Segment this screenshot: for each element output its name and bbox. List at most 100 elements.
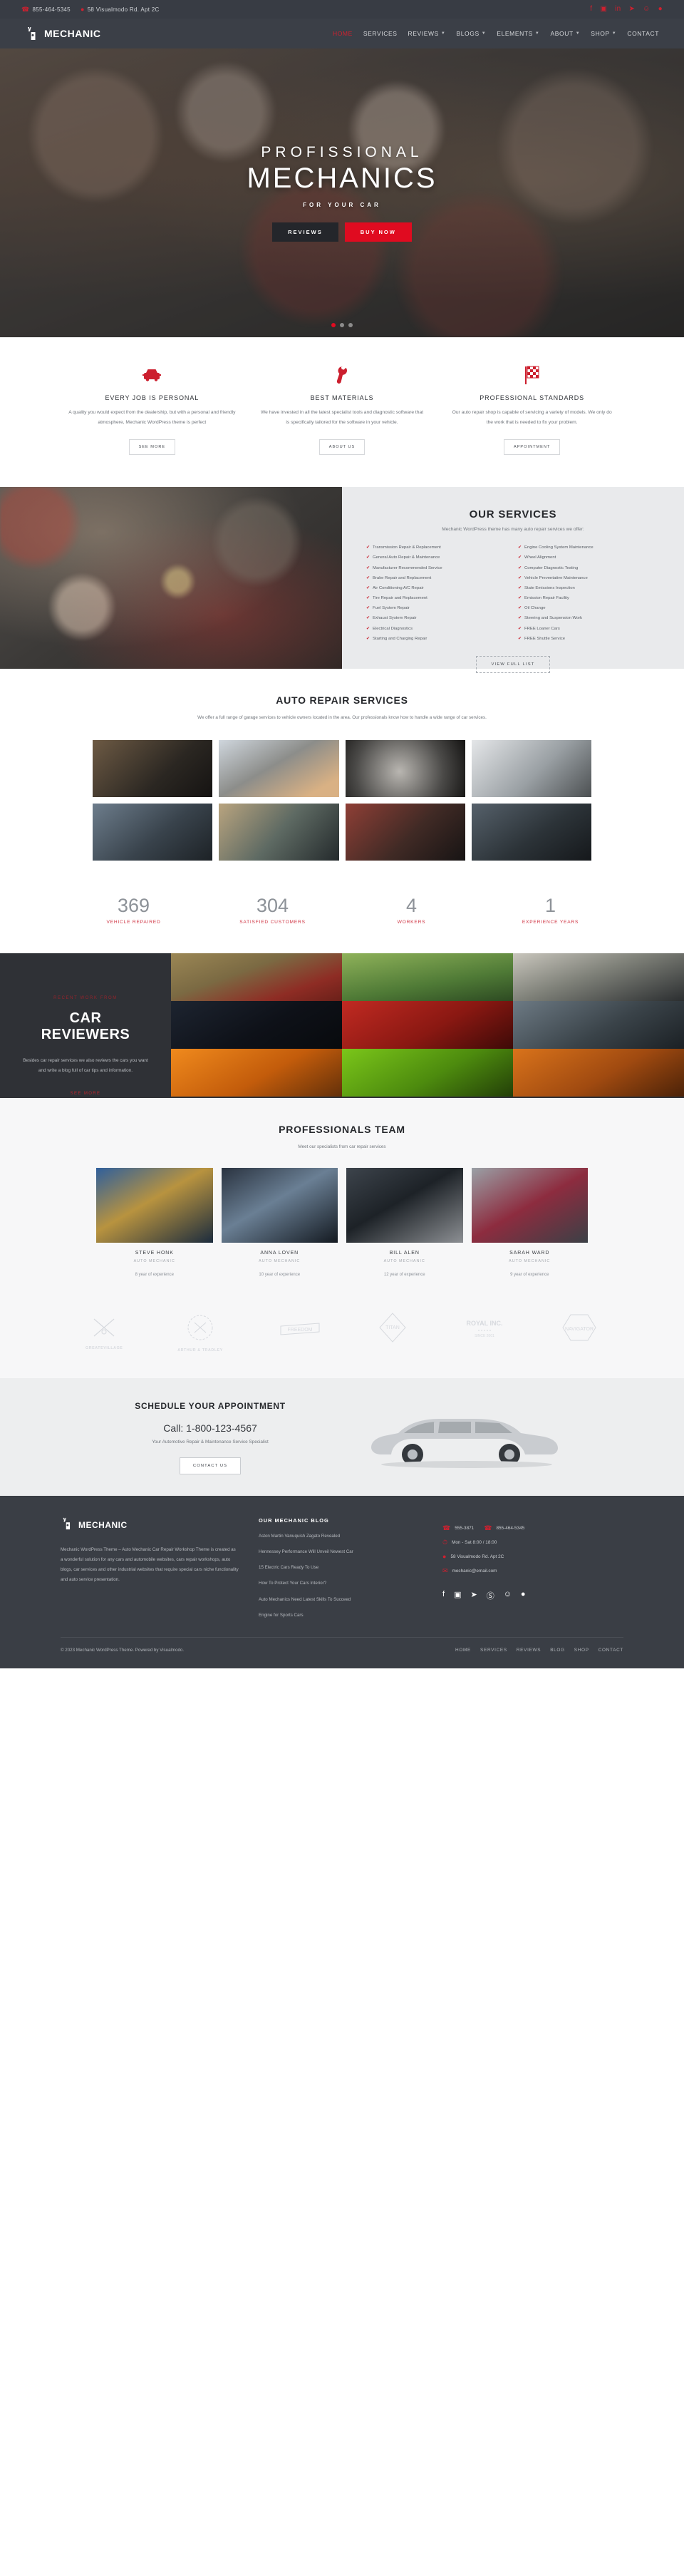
nav-item-blogs[interactable]: BLOGS ▼ bbox=[456, 30, 486, 37]
wordpress-icon[interactable]: ● bbox=[658, 6, 663, 13]
service-item[interactable]: ✔ Tire Repair and Replacement bbox=[366, 595, 508, 602]
service-item[interactable]: ✔ Exhaust System Repair bbox=[366, 615, 508, 622]
brand-logo-greatevillage[interactable]: GREATEVILLAGE bbox=[86, 1315, 123, 1350]
car-review-item[interactable] bbox=[342, 1048, 513, 1097]
service-item[interactable]: ✔ Computer Diagnostic Testing bbox=[518, 565, 660, 572]
slider-dot-2[interactable] bbox=[340, 323, 344, 327]
footer-nav-contact[interactable]: CONTACT bbox=[598, 1648, 623, 1653]
service-item[interactable]: ✔ Transmission Repair & Replacement bbox=[366, 545, 508, 551]
pinterest-icon[interactable]: ● bbox=[521, 1590, 526, 1601]
service-item[interactable]: ✔ Engine Cooling System Maintenance bbox=[518, 545, 660, 551]
see-more-button[interactable]: SEE MORE bbox=[128, 439, 176, 456]
footer-blog-link[interactable]: Auto Mechanics Need Latest Skills To Suc… bbox=[259, 1596, 423, 1603]
car-review-item[interactable] bbox=[513, 953, 684, 1001]
car-review-item[interactable] bbox=[171, 953, 342, 1001]
team-member-photo[interactable] bbox=[221, 1167, 338, 1243]
nav-item-shop[interactable]: SHOP ▼ bbox=[591, 30, 616, 37]
service-item[interactable]: ✔ Fuel System Repair bbox=[366, 605, 508, 612]
footer-logo[interactable]: MECHANIC bbox=[61, 1517, 239, 1534]
gallery-item[interactable] bbox=[219, 803, 339, 861]
view-full-list-button[interactable]: VIEW FULL LIST bbox=[476, 656, 550, 673]
car-review-item[interactable] bbox=[513, 1048, 684, 1097]
gallery-item[interactable] bbox=[219, 739, 339, 797]
yelp-icon[interactable]: ☺ bbox=[643, 6, 651, 13]
wordpress-icon[interactable]: Ⓢ bbox=[487, 1590, 494, 1601]
contact-us-button[interactable]: CONTACT US bbox=[179, 1457, 242, 1474]
facebook-icon[interactable]: f bbox=[590, 6, 592, 13]
footer-blog-link[interactable]: Aston Martin Vanuquish Zagato Revealed bbox=[259, 1533, 423, 1539]
service-item[interactable]: ✔ FREE Shuttle Service bbox=[518, 636, 660, 642]
slider-dot-3[interactable] bbox=[348, 323, 353, 327]
gallery-subheading: We offer a full range of garage services… bbox=[197, 715, 487, 721]
service-item[interactable]: ✔ Emission Repair Facility bbox=[518, 595, 660, 602]
brand-logo-navigator[interactable]: NAVIGATOR bbox=[560, 1312, 598, 1353]
about-us-button[interactable]: ABOUT US bbox=[318, 439, 366, 456]
brand-logo-titan[interactable]: TITAN bbox=[376, 1311, 409, 1354]
service-item[interactable]: ✔ Air Conditioning A/C Repair bbox=[366, 585, 508, 592]
footer-email[interactable]: ✉ mechanic@email.com bbox=[442, 1567, 623, 1574]
twitter-icon[interactable]: ➤ bbox=[470, 1590, 477, 1601]
footer-address[interactable]: ● 58 Visualmodo Rd. Apt 2C bbox=[442, 1553, 623, 1560]
service-item[interactable]: ✔ Steering and Suspension Work bbox=[518, 615, 660, 622]
gallery-item[interactable] bbox=[471, 739, 591, 797]
nav-item-contact[interactable]: CONTACT bbox=[627, 30, 659, 37]
footer-blog-link[interactable]: Hennessey Performance Will Unveil Newest… bbox=[259, 1549, 423, 1555]
gallery-item[interactable] bbox=[93, 739, 213, 797]
footer-phone-2[interactable]: ☎ 855-464-5345 bbox=[484, 1524, 524, 1531]
brand-logo-royal-inc[interactable]: ROYAL INC. SINCE 2001 bbox=[464, 1315, 505, 1350]
instagram-icon[interactable]: ▣ bbox=[454, 1590, 461, 1601]
team-member-photo[interactable] bbox=[346, 1167, 463, 1243]
gallery-item[interactable] bbox=[345, 803, 465, 861]
site-logo[interactable]: MECHANIC bbox=[25, 26, 100, 41]
top-bar-address[interactable]: ● 58 Visualmodo Rd. Apt 2C bbox=[81, 6, 160, 13]
service-item[interactable]: ✔ Vehicle Preventative Maintenance bbox=[518, 575, 660, 582]
car-review-item[interactable] bbox=[171, 1048, 342, 1097]
gallery-item[interactable] bbox=[345, 739, 465, 797]
appointment-button[interactable]: APPOINTMENT bbox=[503, 439, 561, 456]
service-item[interactable]: ✔ General Auto Repair & Maintenance bbox=[366, 555, 508, 561]
service-item[interactable]: ✔ Starting and Charging Repair bbox=[366, 636, 508, 642]
footer-phone-1[interactable]: ☎ 555-3871 bbox=[442, 1524, 474, 1531]
service-item[interactable]: ✔ State Emissions Inspection bbox=[518, 585, 660, 592]
team-section: PROFESSIONALS TEAM Meet our specialists … bbox=[0, 1097, 684, 1298]
reviews-button[interactable]: REVIEWS bbox=[272, 222, 338, 242]
footer-blog-link[interactable]: Engine for Sports Cars bbox=[259, 1612, 423, 1618]
service-item[interactable]: ✔ Oil Change bbox=[518, 605, 660, 612]
yelp-icon[interactable]: ☺ bbox=[504, 1590, 512, 1601]
gallery-item[interactable] bbox=[471, 803, 591, 861]
nav-item-about[interactable]: ABOUT ▼ bbox=[550, 30, 580, 37]
reviewers-see-more-link[interactable]: SEE MORE bbox=[71, 1092, 101, 1096]
top-bar-phone[interactable]: ☎ 855-464-5345 bbox=[21, 6, 71, 13]
twitter-icon[interactable]: ➤ bbox=[628, 6, 635, 13]
instagram-icon[interactable]: ▣ bbox=[600, 6, 607, 13]
footer-blog-link[interactable]: 15 Electric Cars Ready To Use bbox=[259, 1564, 423, 1571]
footer-nav-blog[interactable]: BLOG bbox=[550, 1648, 565, 1653]
car-review-item[interactable] bbox=[513, 1000, 684, 1049]
footer-nav-reviews[interactable]: REVIEWS bbox=[517, 1648, 541, 1653]
gallery-item[interactable] bbox=[93, 803, 213, 861]
buy-now-button[interactable]: BUY NOW bbox=[344, 222, 412, 242]
facebook-icon[interactable]: f bbox=[442, 1590, 445, 1601]
service-item[interactable]: ✔ Electrical Diagnostics bbox=[366, 626, 508, 632]
car-review-item[interactable] bbox=[342, 1000, 513, 1049]
team-member-photo[interactable] bbox=[471, 1167, 588, 1243]
service-item[interactable]: ✔ Wheel Alignment bbox=[518, 555, 660, 561]
linkedin-icon[interactable]: in bbox=[615, 6, 621, 13]
car-review-item[interactable] bbox=[171, 1000, 342, 1049]
nav-item-elements[interactable]: ELEMENTS ▼ bbox=[497, 30, 539, 37]
slider-dot-1[interactable] bbox=[331, 323, 336, 327]
service-item[interactable]: ✔ Manufacturer Recommended Service bbox=[366, 565, 508, 572]
footer-nav-shop[interactable]: SHOP bbox=[574, 1648, 589, 1653]
footer-nav-services[interactable]: SERVICES bbox=[480, 1648, 507, 1653]
car-review-item[interactable] bbox=[342, 953, 513, 1001]
brand-logo-arthur-tradley[interactable]: ARTHUR & TRADLEY bbox=[177, 1313, 223, 1353]
footer-nav-home[interactable]: HOME bbox=[455, 1648, 471, 1653]
nav-item-reviews[interactable]: REVIEWS ▼ bbox=[408, 30, 446, 37]
service-item[interactable]: ✔ FREE Loaner Cars bbox=[518, 626, 660, 632]
nav-item-home[interactable]: HOME bbox=[333, 30, 353, 37]
team-member-photo[interactable] bbox=[96, 1167, 213, 1243]
footer-blog-link[interactable]: How To Protect Your Cars Interior? bbox=[259, 1580, 423, 1586]
nav-item-services[interactable]: SERVICES bbox=[363, 30, 398, 37]
service-item[interactable]: ✔ Brake Repair and Replacement bbox=[366, 575, 508, 582]
brand-logo-freedom[interactable]: FREEDOM bbox=[278, 1315, 322, 1350]
